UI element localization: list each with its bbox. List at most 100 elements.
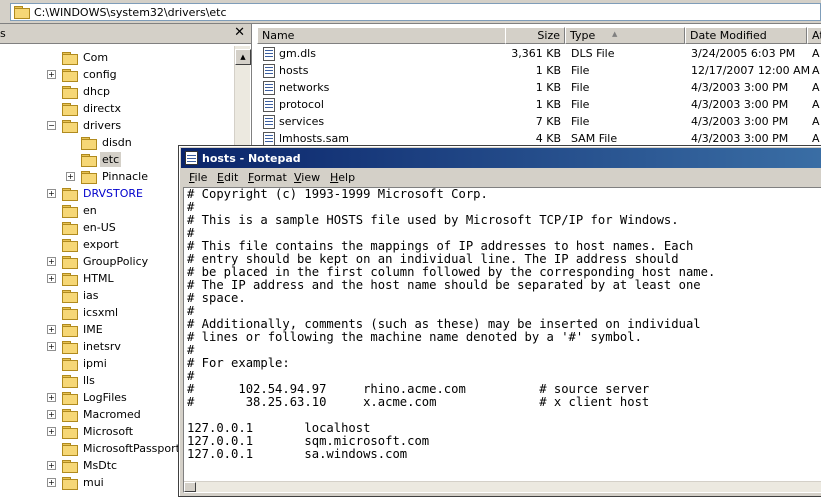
tree-item[interactable]: + inetsrv: [47, 338, 123, 355]
tree-item[interactable]: + LogFiles: [47, 389, 129, 406]
tree-item[interactable]: etc: [81, 151, 122, 168]
tree-item-label: inetsrv: [83, 340, 121, 353]
tree-item[interactable]: + config: [47, 66, 119, 83]
tree-item[interactable]: export: [62, 236, 121, 253]
file-type: DLS File: [571, 47, 615, 60]
file-icon: [263, 132, 275, 146]
expand-plus-icon[interactable]: +: [66, 172, 75, 181]
notepad-text-area[interactable]: # Copyright (c) 1993-1999 Microsoft Corp…: [183, 187, 821, 493]
file-row[interactable]: gm.dls 3,361 KB DLS File 3/24/2005 6:03 PM A: [257, 45, 821, 62]
folder-icon: [62, 340, 78, 354]
column-header-date-modified[interactable]: Date Modified: [685, 27, 807, 44]
file-row[interactable]: networks 1 KB File 4/3/2003 3:00 PM A: [257, 79, 821, 96]
expand-plus-icon[interactable]: +: [47, 189, 56, 198]
expand-plus-icon[interactable]: +: [47, 342, 56, 351]
notepad-title: hosts - Notepad: [202, 151, 301, 165]
file-attributes: A: [812, 115, 820, 128]
folder-icon: [81, 170, 97, 184]
file-type: File: [571, 98, 590, 111]
file-attributes: A: [812, 64, 820, 77]
file-name: services: [279, 115, 325, 128]
folder-icon: [62, 221, 78, 235]
tree-item[interactable]: + Pinnacle: [66, 168, 150, 185]
file-date-modified: 3/24/2005 6:03 PM: [691, 47, 796, 60]
expand-plus-icon[interactable]: +: [47, 427, 56, 436]
tree-item-label: etc: [100, 152, 122, 167]
file-date-modified: 12/17/2007 12:00 AM: [691, 64, 811, 77]
tree-pane-header: s ✕: [0, 24, 251, 44]
folder-icon: [62, 425, 78, 439]
file-name: protocol: [279, 98, 324, 111]
tree-item-label: MsDtc: [83, 459, 118, 472]
scroll-up-arrow-icon[interactable]: ▲: [235, 49, 251, 65]
tree-item[interactable]: + MsDtc: [47, 457, 119, 474]
notepad-title-bar[interactable]: hosts - Notepad: [181, 148, 821, 168]
menu-view[interactable]: View: [294, 171, 320, 184]
tree-item-label: HTML: [83, 272, 114, 285]
file-icon: [263, 81, 275, 95]
column-header-size[interactable]: Size: [505, 27, 565, 44]
file-type: File: [571, 115, 590, 128]
file-attributes: A: [812, 98, 820, 111]
tree-item[interactable]: lls: [62, 372, 97, 389]
tree-item[interactable]: + DRVSTORE: [47, 185, 145, 202]
address-input[interactable]: C:\WINDOWS\system32\drivers\etc: [10, 3, 821, 21]
tree-item-label: IME: [83, 323, 103, 336]
scroll-left-arrow-icon[interactable]: [184, 482, 196, 492]
file-name: networks: [279, 81, 330, 94]
tree-item[interactable]: MicrosoftPassport: [62, 440, 182, 457]
file-icon: [263, 64, 275, 78]
tree-item[interactable]: + HTML: [47, 270, 116, 287]
column-header-attributes[interactable]: At: [807, 27, 821, 44]
expand-plus-icon[interactable]: +: [47, 393, 56, 402]
file-row[interactable]: protocol 1 KB File 4/3/2003 3:00 PM A: [257, 96, 821, 113]
folder-icon: [62, 391, 78, 405]
file-row[interactable]: services 7 KB File 4/3/2003 3:00 PM A: [257, 113, 821, 130]
folder-icon: [62, 119, 78, 133]
expand-plus-icon[interactable]: +: [47, 70, 56, 79]
file-size: 7 KB: [535, 115, 561, 128]
folder-icon: [62, 102, 78, 116]
file-row[interactable]: hosts 1 KB File 12/17/2007 12:00 AM A: [257, 62, 821, 79]
tree-item-label: mui: [83, 476, 104, 489]
notepad-horizontal-scrollbar[interactable]: [184, 481, 821, 492]
expand-plus-icon[interactable]: +: [47, 461, 56, 470]
menu-format[interactable]: Format: [248, 171, 287, 184]
menu-file[interactable]: File: [189, 171, 207, 184]
close-icon[interactable]: ✕: [234, 25, 245, 40]
menu-help[interactable]: Help: [330, 171, 355, 184]
tree-item[interactable]: icsxml: [62, 304, 120, 321]
expand-plus-icon[interactable]: +: [47, 325, 56, 334]
expand-plus-icon[interactable]: +: [47, 478, 56, 487]
tree-item[interactable]: Com: [62, 49, 110, 66]
hosts-file-content[interactable]: # Copyright (c) 1993-1999 Microsoft Corp…: [184, 188, 821, 461]
column-header-type[interactable]: Type ▲: [565, 27, 685, 44]
folder-icon: [62, 51, 78, 65]
tree-item-label: MicrosoftPassport: [83, 442, 180, 455]
expand-plus-icon[interactable]: +: [47, 257, 56, 266]
expand-plus-icon[interactable]: +: [47, 410, 56, 419]
collapse-minus-icon[interactable]: −: [47, 121, 56, 130]
tree-item[interactable]: disdn: [81, 134, 134, 151]
tree-item[interactable]: en-US: [62, 219, 118, 236]
tree-item-label: GroupPolicy: [83, 255, 149, 268]
tree-item[interactable]: ias: [62, 287, 101, 304]
expand-plus-icon[interactable]: +: [47, 274, 56, 283]
tree-item[interactable]: + Microsoft: [47, 423, 135, 440]
tree-item[interactable]: en: [62, 202, 99, 219]
tree-item[interactable]: ipmi: [62, 355, 109, 372]
tree-item[interactable]: directx: [62, 100, 123, 117]
tree-item[interactable]: dhcp: [62, 83, 112, 100]
file-date-modified: 4/3/2003 3:00 PM: [691, 132, 789, 145]
menu-edit[interactable]: Edit: [217, 171, 238, 184]
sort-ascending-icon: ▲: [612, 30, 618, 38]
tree-item[interactable]: + Macromed: [47, 406, 143, 423]
tree-item[interactable]: + IME: [47, 321, 105, 338]
tree-item[interactable]: + GroupPolicy: [47, 253, 150, 270]
file-name: gm.dls: [279, 47, 316, 60]
tree-item[interactable]: + mui: [47, 474, 106, 491]
notepad-menu-bar: File Edit Format View Help: [181, 169, 821, 187]
file-list-header: Name Size Type ▲ Date Modified At: [257, 27, 821, 44]
tree-item[interactable]: − drivers: [47, 117, 123, 134]
folder-icon: [62, 272, 78, 286]
